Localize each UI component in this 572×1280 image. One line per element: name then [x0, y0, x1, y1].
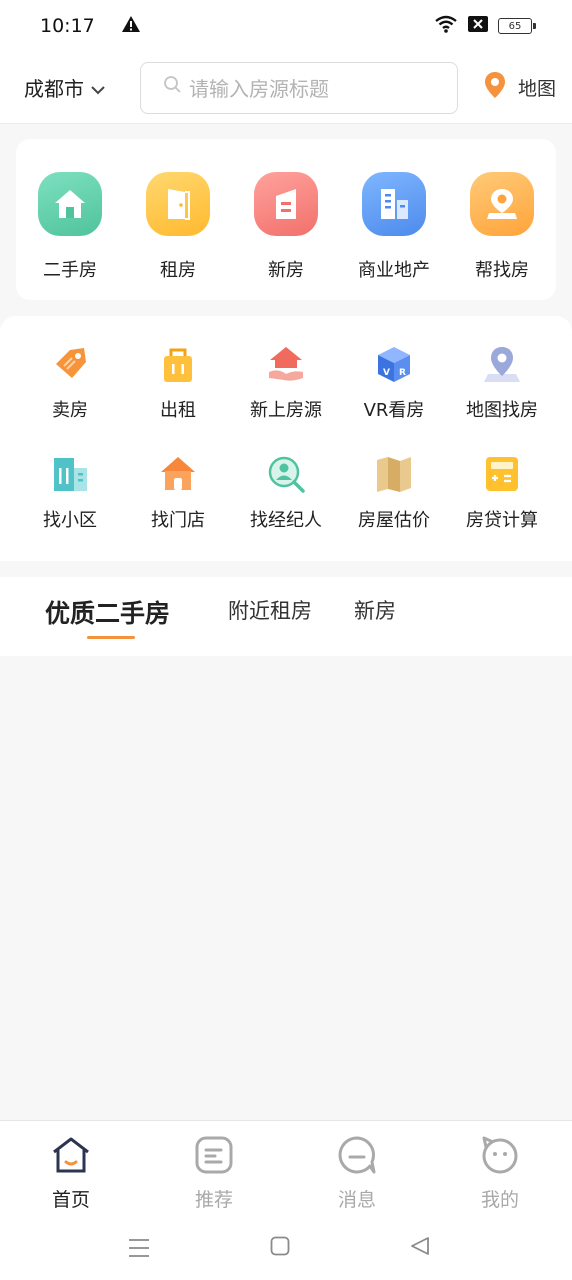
nav-label: 消息 [337, 1189, 376, 1211]
tab-new-house[interactable]: 新房 [354, 595, 396, 625]
nav-home[interactable]: 首页 [21, 1135, 121, 1212]
tool-find-store[interactable]: 找门店 [124, 454, 232, 532]
chevron-down-icon [84, 76, 106, 100]
tool-sell[interactable]: 卖房 [16, 344, 124, 422]
door-icon [146, 172, 210, 236]
map-pin-icon [482, 344, 522, 384]
tools-row: 卖房 出租 新上房源 VR VR看房 地图找房 [16, 344, 556, 422]
office-tower-icon [362, 172, 426, 236]
category-label: 帮找房 [475, 260, 529, 281]
shopping-bag-icon [158, 344, 198, 384]
community-icon [50, 454, 90, 494]
svg-text:R: R [399, 368, 406, 378]
search-icon [163, 75, 183, 100]
tool-label: 房贷计算 [466, 510, 538, 531]
menu-icon[interactable] [128, 1238, 150, 1262]
nav-label: 我的 [480, 1189, 519, 1211]
search-input[interactable]: 请输入房源标题 [140, 61, 458, 114]
header: 成都市 请输入房源标题 地图 [0, 52, 572, 124]
tool-find-agent[interactable]: 找经纪人 [232, 454, 340, 532]
listing-tabs: 优质二手房 附近租房 新房 [0, 577, 572, 656]
home-square-icon[interactable] [270, 1236, 290, 1260]
nav-label: 推荐 [194, 1189, 233, 1211]
search-placeholder: 请输入房源标题 [189, 77, 329, 101]
tool-find-community[interactable]: 找小区 [16, 454, 124, 532]
battery-icon: 65 [498, 18, 536, 34]
tool-label: 找门店 [151, 510, 205, 531]
category-help-find[interactable]: 帮找房 [448, 139, 556, 300]
back-triangle-icon[interactable] [410, 1236, 430, 1260]
warning-icon [121, 15, 141, 38]
map-button[interactable]: 地图 [484, 71, 556, 104]
tool-label: VR看房 [363, 400, 425, 421]
tool-label: 地图找房 [466, 400, 538, 421]
location-person-icon [470, 172, 534, 236]
tool-valuation[interactable]: 房屋估价 [340, 454, 448, 532]
location-pin-icon [484, 71, 506, 104]
city-selector[interactable]: 成都市 [24, 73, 140, 102]
map-label: 地图 [517, 78, 556, 100]
price-tag-icon [50, 344, 90, 384]
active-tab-indicator [87, 636, 135, 639]
category-label: 商业地产 [358, 260, 430, 281]
message-icon [337, 1135, 377, 1179]
tools-grid: 卖房 出租 新上房源 VR VR看房 地图找房 找小区 找门店 找经纪人 房屋估… [0, 316, 572, 561]
category-second-hand[interactable]: 二手房 [16, 139, 124, 300]
store-icon [158, 454, 198, 494]
tool-label: 卖房 [52, 400, 88, 421]
svg-text:V: V [383, 368, 390, 378]
profile-icon [480, 1135, 520, 1179]
system-nav-bar [0, 1220, 572, 1280]
category-new-house[interactable]: 新房 [232, 139, 340, 300]
category-commercial[interactable]: 商业地产 [340, 139, 448, 300]
agent-search-icon [266, 454, 306, 494]
wifi-icon [434, 15, 458, 38]
tool-label: 找小区 [43, 510, 97, 531]
tool-label: 新上房源 [250, 400, 322, 421]
category-label: 租房 [160, 260, 196, 281]
main-categories: 二手房 租房 新房 商业地产 帮找房 [16, 139, 556, 300]
calculator-icon [482, 454, 522, 494]
tool-label: 找经纪人 [250, 510, 322, 531]
nav-messages[interactable]: 消息 [307, 1135, 407, 1212]
tool-map-search[interactable]: 地图找房 [448, 344, 556, 422]
nav-profile[interactable]: 我的 [450, 1135, 550, 1212]
status-icons: 65 [434, 15, 536, 38]
tool-rent-out[interactable]: 出租 [124, 344, 232, 422]
status-bar: 10:17 65 [0, 0, 572, 52]
status-time: 10:17 [40, 15, 95, 37]
folded-map-icon [374, 454, 414, 494]
tool-label: 房屋估价 [358, 510, 430, 531]
nav-recommend[interactable]: 推荐 [164, 1135, 264, 1212]
nav-label: 首页 [51, 1189, 90, 1211]
tab-nearby-rent[interactable]: 附近租房 [228, 595, 312, 625]
tool-vr-view[interactable]: VR VR看房 [340, 344, 448, 422]
city-label: 成都市 [24, 77, 84, 101]
house-hand-icon [266, 344, 306, 384]
category-label: 二手房 [43, 260, 97, 281]
building-icon [254, 172, 318, 236]
recommend-icon [194, 1135, 234, 1179]
tab-quality-second-hand[interactable]: 优质二手房 [45, 594, 170, 630]
category-label: 新房 [268, 260, 304, 281]
tool-new-listings[interactable]: 新上房源 [232, 344, 340, 422]
tool-mortgage-calc[interactable]: 房贷计算 [448, 454, 556, 532]
vr-cube-icon: VR [374, 344, 414, 384]
category-rent[interactable]: 租房 [124, 139, 232, 300]
no-sim-icon [468, 15, 488, 37]
home-icon [51, 1135, 91, 1179]
tools-row: 找小区 找门店 找经纪人 房屋估价 房贷计算 [16, 454, 556, 532]
house-icon [38, 172, 102, 236]
tool-label: 出租 [160, 400, 196, 421]
